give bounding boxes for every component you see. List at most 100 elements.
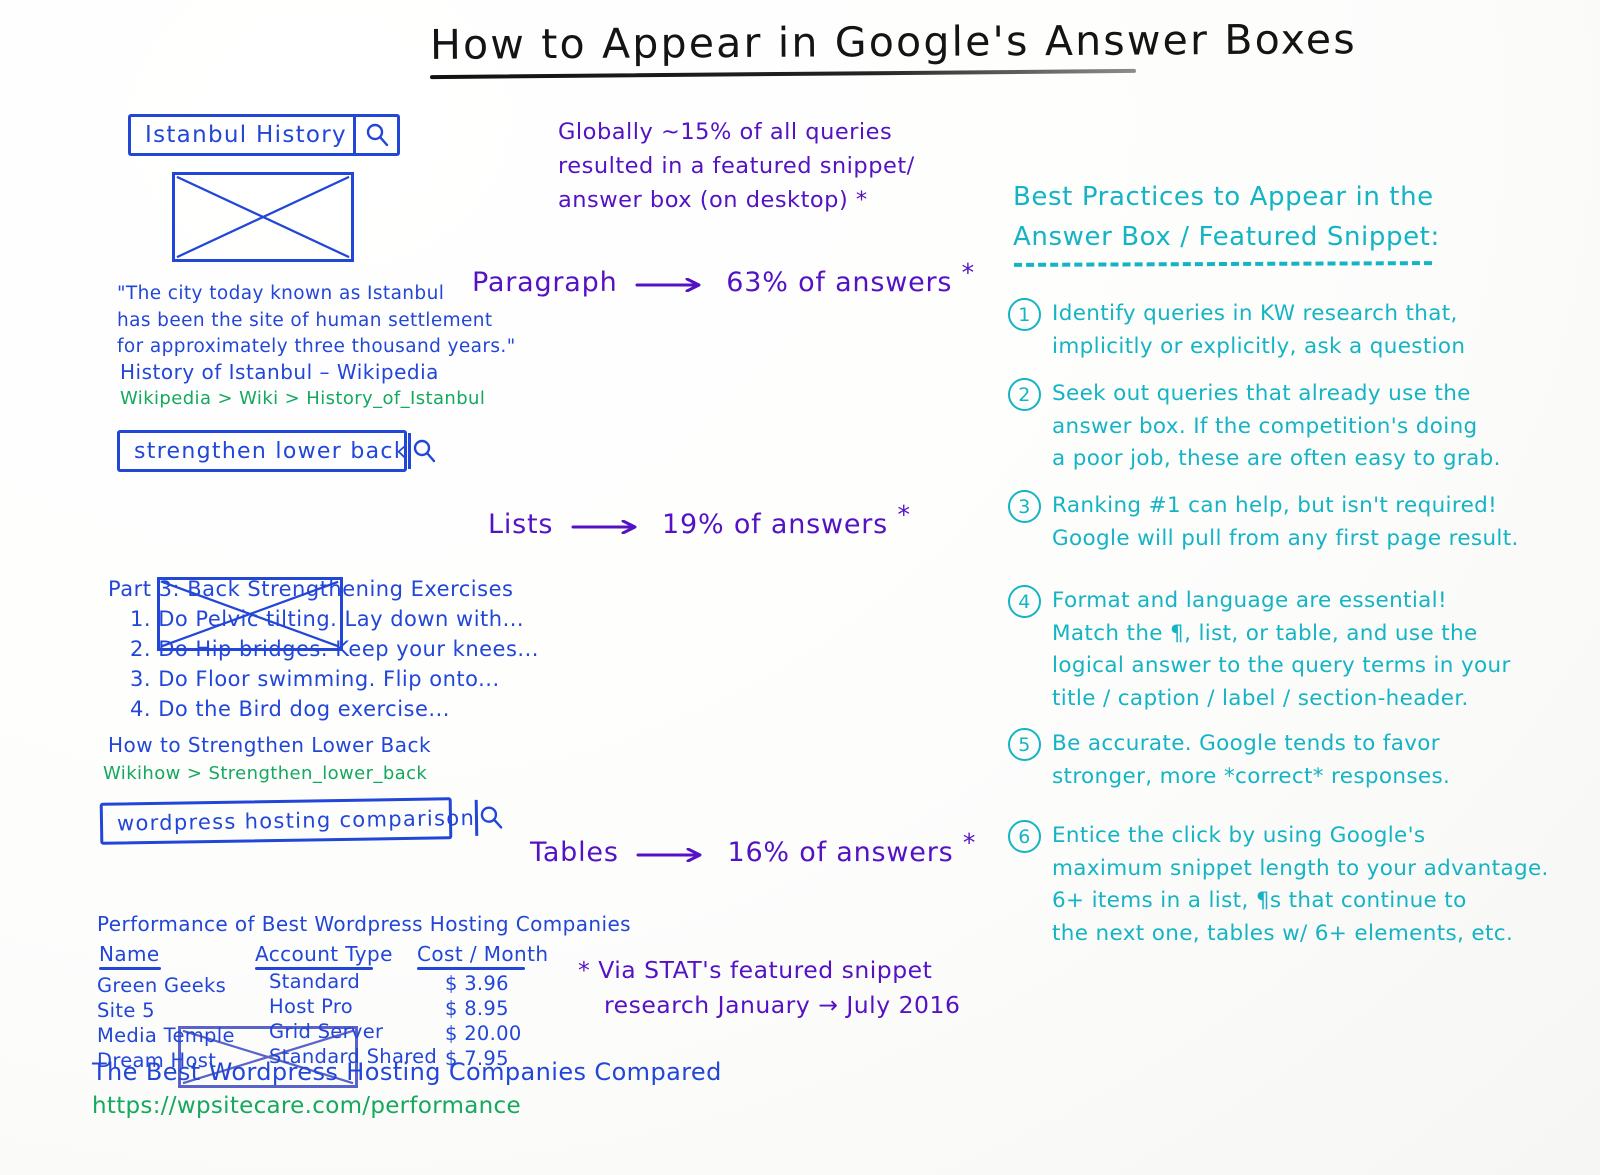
result-thumbnail-istanbul	[172, 172, 354, 262]
result-title-lowerback[interactable]: How to Strengthen Lower Back	[108, 733, 431, 757]
item-number: 3	[1008, 490, 1041, 523]
footnote-line: research January → July 2016	[604, 991, 961, 1020]
item-number: 1	[1008, 298, 1041, 331]
snippet-line: has been the site of human settlement	[117, 309, 493, 331]
result-title-istanbul[interactable]: History of Istanbul – Wikipedia	[120, 360, 439, 384]
item-line: Be accurate. Google tends to favor	[1052, 731, 1440, 756]
best-practices-heading: Best Practices to Appear in the Answer B…	[1013, 178, 1483, 257]
item-line: Format and language are essential!	[1052, 588, 1447, 613]
item-line: Ranking #1 can help, but isn't required!	[1052, 493, 1498, 518]
search-input-wordpress[interactable]: wordpress hosting comparison	[103, 806, 475, 836]
snippet-line: for approximately three thousand years."	[117, 336, 516, 358]
table-wordpress: Name Account Type Cost / Month Green Gee…	[97, 942, 548, 1072]
item-number: 2	[1008, 378, 1041, 411]
table-header-rule	[99, 967, 161, 970]
item-number: 5	[1008, 728, 1041, 761]
table-header-account: Account Type	[255, 942, 393, 966]
stat-label: Paragraph	[472, 267, 618, 298]
magnifier-icon	[480, 806, 503, 829]
item-line: a poor job, these are often easy to grab…	[1052, 446, 1501, 472]
magnifier-icon	[366, 123, 388, 147]
result-url-istanbul[interactable]: Wikipedia > Wiki > History_of_Istanbul	[120, 388, 485, 409]
item-text: Identify queries in KW research that, im…	[1052, 298, 1508, 363]
best-practice-item-6: 6 Entice the click by using Google's max…	[1008, 820, 1549, 951]
table-cell: $ 20.00	[445, 1022, 522, 1045]
stat-intro: Globally ~15% of all queries resulted in…	[558, 116, 915, 217]
footnote-marker: *	[962, 828, 977, 857]
heading-divider	[1013, 261, 1433, 267]
arrow-icon	[636, 838, 710, 869]
item-line: Identify queries in KW research that,	[1052, 301, 1458, 326]
footnote-marker: *	[897, 500, 911, 529]
item-line: title / caption / label / section-header…	[1052, 686, 1469, 712]
whiteboard-canvas: How to Appear in Google's Answer Boxes I…	[0, 0, 1600, 1175]
serp-example-lowerback: strengthen lower back	[117, 430, 436, 472]
best-practice-item-1: 1 Identify queries in KW research that, …	[1008, 298, 1508, 363]
table-cell: $ 3.96	[445, 972, 509, 995]
serp-example-istanbul: Istanbul History	[128, 114, 400, 156]
item-number: 6	[1008, 820, 1041, 853]
serp-example-wordpress: wordpress hosting comparison	[99, 797, 505, 845]
stat-value: 16% of answers	[727, 837, 954, 868]
item-line: stronger, more *correct* responses.	[1052, 763, 1451, 789]
search-input-lowerback[interactable]: strengthen lower back	[120, 439, 408, 464]
search-bar-lowerback[interactable]: strengthen lower back	[117, 430, 436, 472]
item-line: answer box. If the competition's doing	[1052, 413, 1478, 439]
stat-tables: Tables 16% of answers *	[530, 828, 976, 869]
table-cell: Grid Server	[269, 1020, 384, 1043]
best-practice-item-3: 3 Ranking #1 can help, but isn't require…	[1008, 490, 1518, 555]
snippet-text-istanbul: "The city today known as Istanbul has be…	[117, 281, 516, 361]
table-cell: Host Pro	[269, 995, 353, 1018]
item-line: the next one, tables w/ 6+ elements, etc…	[1052, 921, 1514, 947]
footnote-line: * Via STAT's featured snippet	[578, 956, 933, 984]
table-cell: $ 8.95	[445, 997, 509, 1020]
stat-lists: Lists 19% of answers *	[488, 500, 911, 541]
page-title: How to Appear in Google's Answer Boxes	[429, 15, 1357, 69]
list-heading: Part 3: Back Strengthening Exercises	[108, 577, 514, 601]
item-line: Match the ¶, list, or table, and use the	[1052, 620, 1478, 646]
stat-intro-line: Globally ~15% of all queries	[558, 119, 893, 145]
result-url-lowerback[interactable]: Wikihow > Strengthen_lower_back	[103, 763, 427, 784]
search-button-lowerback[interactable]	[407, 433, 437, 469]
table-header-cost: Cost / Month	[417, 942, 549, 966]
list-item: 3. Do Floor swimming. Flip onto...	[130, 667, 500, 691]
item-line: Entice the click by using Google's	[1052, 823, 1426, 848]
item-line: Seek out queries that already use the	[1052, 381, 1471, 406]
search-input-istanbul[interactable]: Istanbul History	[131, 122, 353, 148]
list-item: 1. Do Pelvic tilting. Lay down with...	[130, 607, 525, 631]
stat-label: Tables	[530, 837, 619, 868]
search-button-istanbul[interactable]	[353, 117, 397, 153]
search-button-wordpress[interactable]	[474, 799, 505, 836]
stat-value: 63% of answers	[726, 267, 953, 298]
search-bar-wordpress[interactable]: wordpress hosting comparison	[99, 797, 505, 845]
best-practice-item-2: 2 Seek out queries that already use the …	[1008, 378, 1508, 476]
item-text: Seek out queries that already use the an…	[1052, 378, 1508, 476]
stat-value: 19% of answers	[662, 509, 889, 540]
table-cell: Green Geeks	[97, 974, 227, 997]
table-cell: Standard	[269, 970, 361, 993]
best-practice-item-5: 5 Be accurate. Google tends to favor str…	[1008, 728, 1508, 793]
item-number: 4	[1008, 585, 1041, 618]
table-cell: Site 5	[97, 999, 155, 1022]
arrow-icon	[635, 268, 709, 299]
search-bar-istanbul[interactable]: Istanbul History	[128, 114, 400, 156]
magnifier-icon	[413, 439, 436, 463]
item-text: Ranking #1 can help, but isn't required!…	[1052, 490, 1518, 555]
stat-intro-line: resulted in a featured snippet/	[558, 152, 915, 179]
title-underline	[429, 68, 1137, 80]
result-title-wordpress[interactable]: The Best Wordpress Hosting Companies Com…	[92, 1058, 722, 1086]
stat-paragraph: Paragraph 63% of answers *	[472, 258, 975, 299]
item-text: Format and language are essential! Match…	[1052, 585, 1511, 716]
arrow-icon	[571, 510, 645, 541]
stat-label: Lists	[488, 509, 554, 540]
best-practice-item-4: 4 Format and language are essential! Mat…	[1008, 585, 1511, 716]
item-line: logical answer to the query terms in you…	[1052, 653, 1511, 679]
table-header-rule	[417, 967, 525, 970]
result-url-wordpress[interactable]: https://wpsitecare.com/performance	[92, 1093, 521, 1119]
item-text: Be accurate. Google tends to favor stron…	[1052, 728, 1508, 793]
stats-footnote: * Via STAT's featured snippet research J…	[578, 953, 960, 1024]
table-cell: Media Temple	[97, 1024, 235, 1047]
item-line: maximum snippet length to your advantage…	[1052, 855, 1549, 881]
footnote-marker: *	[961, 258, 975, 287]
snippet-list-lowerback: Part 3: Back Strengthening Exercises 1. …	[108, 577, 539, 721]
